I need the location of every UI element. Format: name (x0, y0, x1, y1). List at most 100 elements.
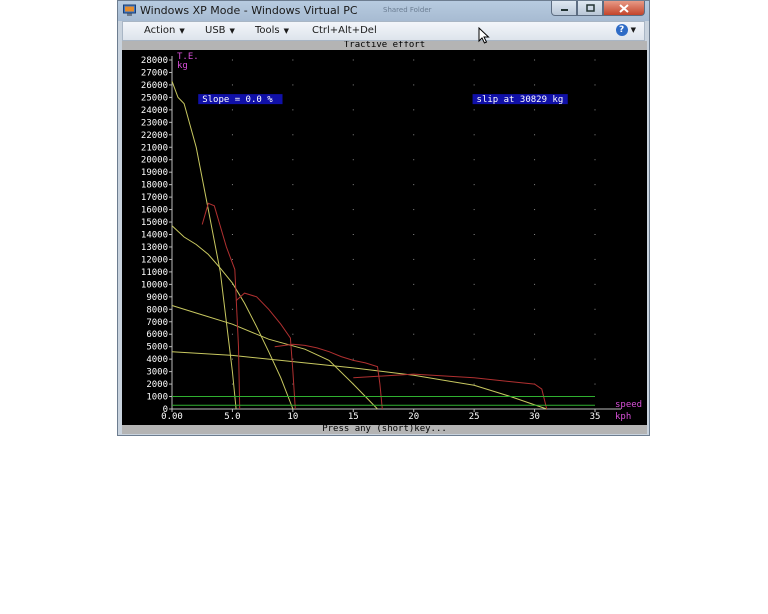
grid-dot (231, 134, 233, 136)
grid-dot (534, 84, 536, 86)
series-line-yellow-3 (171, 305, 378, 410)
grid-dot (352, 109, 354, 111)
grid-dot (473, 234, 475, 235)
x-tick-label: 5.0 (224, 412, 240, 422)
grid-dot (231, 333, 233, 335)
y-tick-label: 13000 (141, 243, 168, 253)
grid-dot (231, 159, 233, 161)
background-window-title: Shared Folder (383, 6, 432, 14)
grid-dot (231, 59, 233, 61)
y-tick-label: 23000 (141, 118, 168, 128)
grid-dot (594, 209, 596, 211)
y-tick-label: 4000 (146, 355, 168, 365)
grid-dot (352, 134, 354, 136)
grid-dot (594, 258, 596, 260)
menu-ctrl-alt-del[interactable]: Ctrl+Alt+Del (312, 25, 377, 36)
grid-dot (534, 159, 536, 161)
menu-usb[interactable]: USB ▼ (205, 25, 235, 36)
chart-title: Tractive effort (122, 41, 647, 50)
grid-dot (413, 209, 415, 211)
slip-label: slip at 30829 kg (477, 95, 564, 105)
chevron-down-icon: ▼ (630, 26, 636, 34)
grid-dot (594, 184, 596, 186)
y-tick-label: 25000 (141, 93, 168, 103)
grid-dot (352, 84, 354, 86)
x-axis-unit: kph (615, 412, 631, 422)
menu-tools[interactable]: Tools ▼ (255, 25, 289, 36)
grid-dot (594, 159, 596, 161)
grid-dot (594, 134, 596, 136)
maximize-button[interactable] (577, 1, 603, 16)
grid-dot (473, 184, 475, 186)
x-tick-label: 25 (469, 412, 480, 422)
close-button[interactable] (603, 1, 645, 16)
grid-dot (534, 234, 536, 235)
close-icon (619, 3, 629, 13)
grid-dot (473, 258, 475, 260)
grid-dot (292, 258, 294, 260)
grid-dot (292, 84, 294, 86)
grid-dot (534, 308, 536, 310)
chevron-down-icon: ▼ (229, 27, 235, 35)
menu-usb-label: USB (205, 25, 226, 36)
grid-dot (292, 209, 294, 211)
grid-dot (231, 358, 233, 360)
grid-dot (534, 134, 536, 136)
y-tick-label: 6000 (146, 330, 168, 340)
grid-dot (413, 59, 415, 61)
window-title: Windows XP Mode - Windows Virtual PC (140, 4, 358, 17)
grid-dot (231, 258, 233, 260)
grid-dot (534, 283, 536, 285)
grid-dot (352, 59, 354, 61)
grid-dot (534, 333, 536, 335)
grid-dot (292, 234, 294, 235)
grid-dot (473, 383, 475, 385)
grid-dot (473, 358, 475, 360)
y-tick-label: 7000 (146, 318, 168, 328)
grid-dot (413, 109, 415, 111)
grid-dot (231, 209, 233, 211)
slope-label: Slope = 0.0 % (202, 95, 273, 105)
x-tick-label: 20 (408, 412, 419, 422)
grid-dot (413, 283, 415, 285)
y-tick-label: 8000 (146, 305, 168, 315)
grid-dot (352, 159, 354, 161)
y-tick-label: 27000 (141, 68, 168, 78)
grid-dot (292, 308, 294, 310)
footer-prompt: Press any (short)key... (122, 425, 647, 434)
grid-dot (413, 333, 415, 335)
chevron-down-icon: ▼ (179, 27, 185, 35)
guest-screen[interactable]: Tractive effort 0 1000 2000 3000 4000 5000 600… (122, 41, 647, 434)
maximize-icon (585, 4, 595, 12)
minimize-button[interactable] (551, 1, 577, 16)
menu-action[interactable]: Action ▼ (144, 25, 185, 36)
grid-dot (352, 234, 354, 235)
chevron-down-icon: ▼ (283, 27, 290, 35)
y-tick-label: 1000 (146, 393, 168, 403)
series-line-yellow-1 (171, 81, 237, 410)
grid-dot (413, 159, 415, 161)
y-tick-label: 19000 (141, 168, 168, 178)
help-menu[interactable]: ? ▼ (615, 24, 636, 36)
grid-dot (352, 308, 354, 310)
grid-dot (413, 134, 415, 136)
window-controls (551, 1, 645, 17)
grid-dot (413, 358, 415, 360)
grid-dot (231, 234, 233, 235)
y-tick-label: 20000 (141, 156, 168, 166)
title-bar[interactable]: Windows XP Mode - Windows Virtual PC Sha… (118, 1, 649, 21)
grid-dot (473, 283, 475, 285)
grid-dot (534, 258, 536, 260)
menu-action-label: Action (144, 25, 176, 36)
y-tick-label: 26000 (141, 81, 168, 91)
grid-dot (534, 109, 536, 111)
grid-dot (594, 283, 596, 285)
grid-dot (473, 84, 475, 86)
grid-dot (473, 308, 475, 310)
y-tick-label: 16000 (141, 206, 168, 216)
virtual-pc-icon (123, 4, 136, 16)
grid-dot (231, 84, 233, 86)
menu-tools-label: Tools (255, 25, 280, 36)
x-tick-label: 15 (348, 412, 359, 422)
grid-dot (473, 159, 475, 161)
